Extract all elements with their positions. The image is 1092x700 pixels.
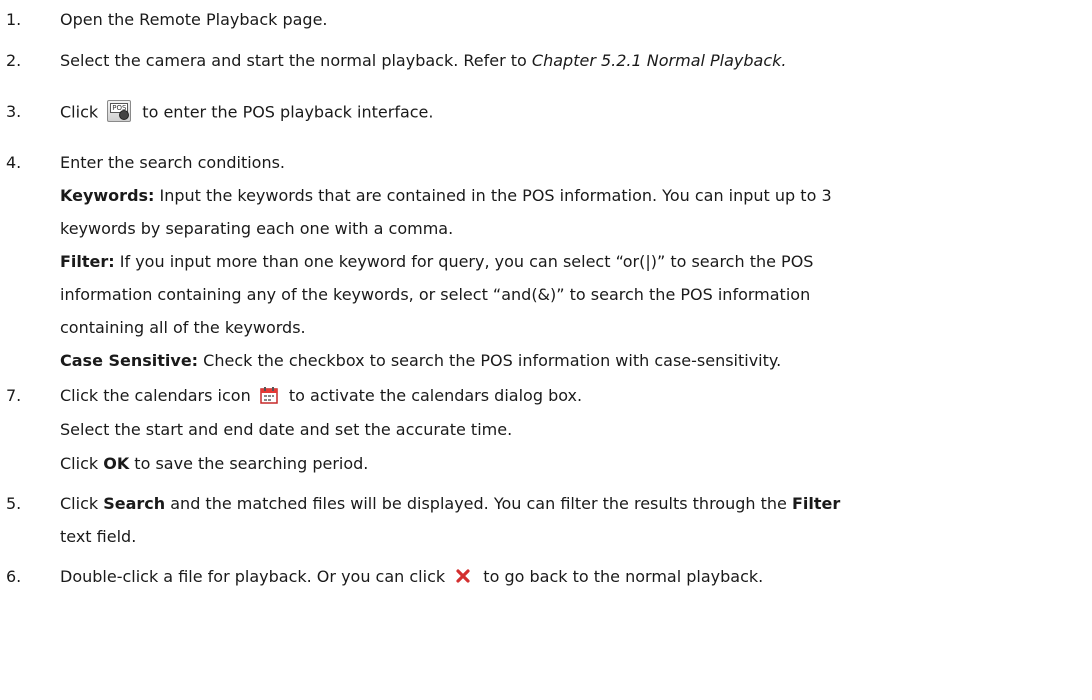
step-text-part: Click the calendars icon xyxy=(60,386,256,405)
step-text-part: and the matched files will be displayed.… xyxy=(165,494,792,513)
keywords-label: Keywords: xyxy=(60,186,155,205)
step-text: Click POS to enter the POS playback inte… xyxy=(60,100,434,124)
step-text-part: Click xyxy=(60,454,104,473)
step-text-part: to go back to the normal playback. xyxy=(478,567,764,586)
filter-label: Filter xyxy=(791,494,841,513)
step-number: 3. xyxy=(6,102,22,121)
step-text-part: Click xyxy=(60,494,104,513)
step-text: Select the camera and start the normal p… xyxy=(60,51,787,70)
step-text-part: Double-click a file for playback. Or you… xyxy=(60,567,451,586)
step-number: 6. xyxy=(6,567,22,586)
step-text: Click the calendars icon to activate the… xyxy=(60,386,582,406)
close-icon[interactable] xyxy=(456,568,470,583)
step-text: Click Search and the matched files will … xyxy=(60,494,840,513)
pos-playback-icon[interactable]: POS xyxy=(107,100,132,122)
step-number: 1. xyxy=(6,10,22,29)
step-number: 2. xyxy=(6,51,22,70)
step-text: text field. xyxy=(60,527,137,546)
filter-desc: If you input more than one keyword for q… xyxy=(114,252,814,271)
step-number: 5. xyxy=(6,494,22,513)
step-text-part: to enter the POS playback interface. xyxy=(137,102,434,122)
keywords-desc: keywords by separating each one with a c… xyxy=(60,219,454,238)
step-text-part: to save the searching period. xyxy=(129,454,369,473)
step-text: Enter the search conditions. xyxy=(60,153,286,172)
ok-label: OK xyxy=(103,454,130,473)
filter-label: Filter: xyxy=(60,252,115,271)
step-text-part: Click xyxy=(60,102,104,122)
step-text: Open the Remote Playback page. xyxy=(60,10,328,29)
filter-desc: information containing any of the keywor… xyxy=(60,285,811,304)
case-sensitive-label: Case Sensitive: xyxy=(60,351,199,370)
step-number: 7. xyxy=(6,386,22,405)
step-number: 4. xyxy=(6,153,22,172)
search-label: Search xyxy=(103,494,166,513)
step-text: Select the start and end date and set th… xyxy=(60,420,513,439)
filter-desc: containing all of the keywords. xyxy=(60,318,306,337)
step-text-part: Select the camera and start the normal p… xyxy=(60,51,532,70)
keywords-desc: Input the keywords that are contained in… xyxy=(154,186,832,205)
calendar-icon[interactable] xyxy=(260,386,278,404)
case-desc: Check the checkbox to search the POS inf… xyxy=(198,351,782,370)
step-text-part: to activate the calendars dialog box. xyxy=(283,386,583,405)
step-text: Double-click a file for playback. Or you… xyxy=(60,567,763,586)
chapter-reference: Chapter 5.2.1 Normal Playback. xyxy=(531,51,787,70)
